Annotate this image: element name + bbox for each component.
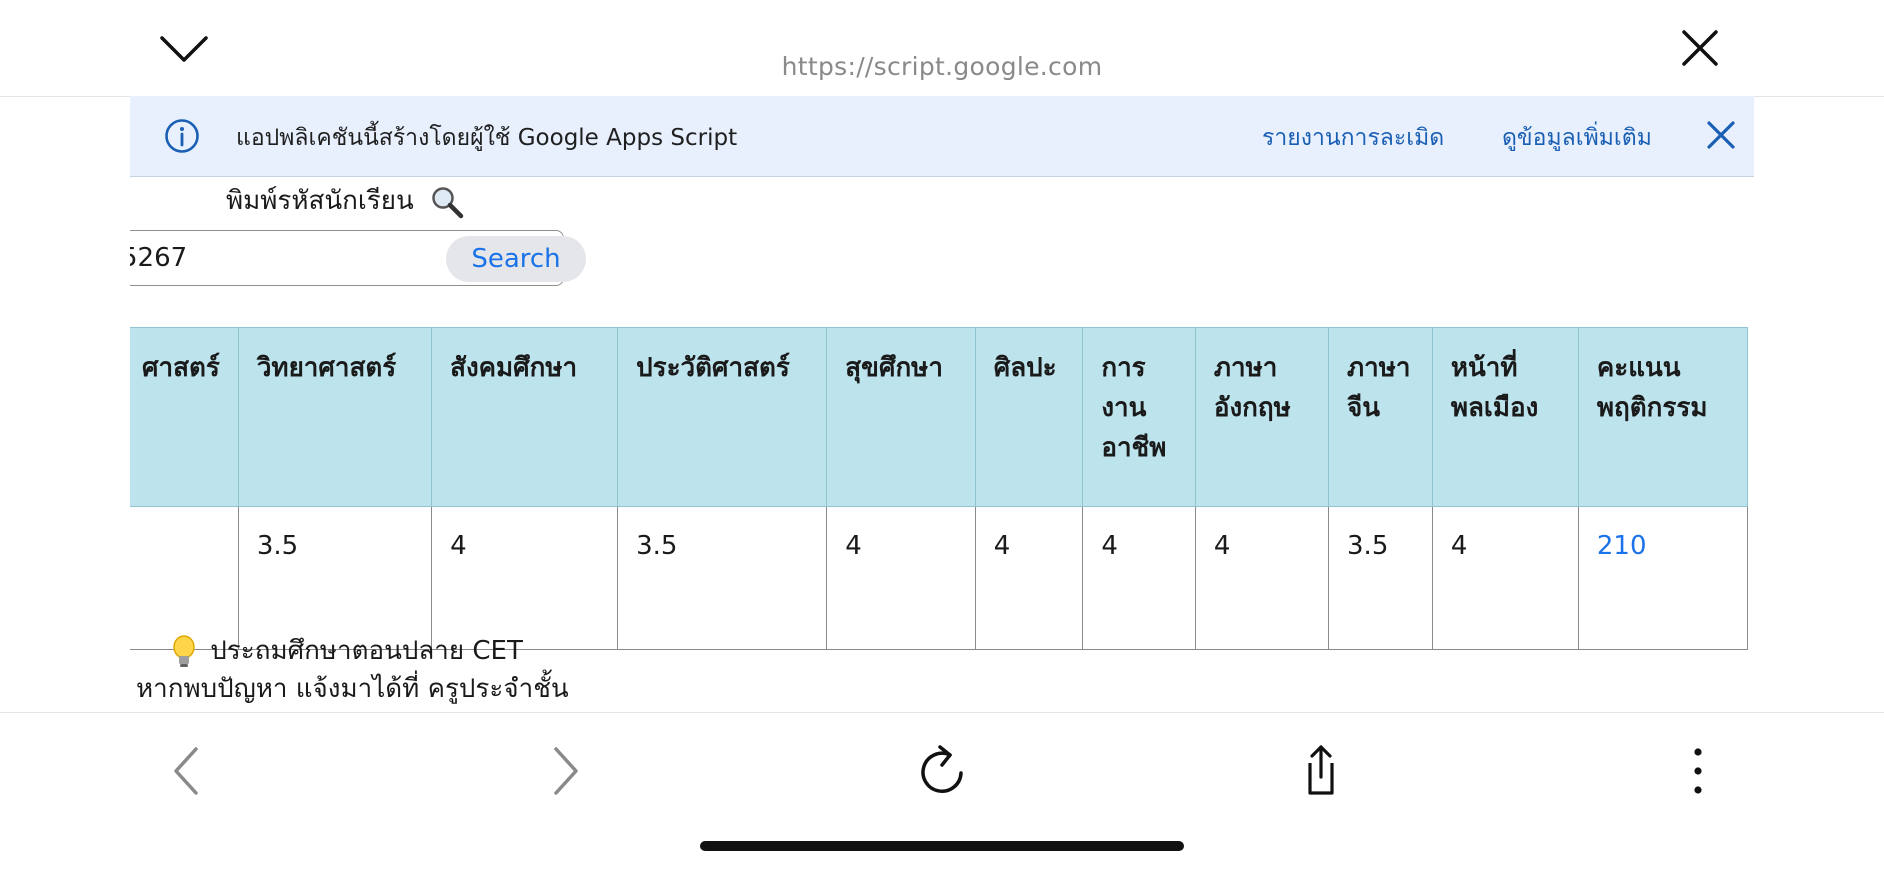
table-cell: 3.5 xyxy=(617,506,828,650)
table-cell: 4 xyxy=(974,506,1084,650)
url-bar[interactable]: https://script.google.com xyxy=(0,52,1884,81)
table-row: 3.5 4 3.5 4 4 4 4 3.5 4 210 xyxy=(130,506,1749,650)
browser-top-bar: https://script.google.com xyxy=(0,0,1884,97)
table-cell: 4 xyxy=(431,506,619,650)
info-icon xyxy=(165,119,199,153)
table-cell: 4 xyxy=(1431,506,1579,650)
header-science: วิทยาศาสตร์ xyxy=(237,327,433,507)
header-english: ภาษา อังกฤษ xyxy=(1194,327,1330,507)
banner-close-icon[interactable] xyxy=(1704,118,1738,152)
table-cell: 3.5 xyxy=(1328,506,1433,650)
banner-message: แอปพลิเคชันนี้สร้างโดยผู้ใช้ Google Apps… xyxy=(236,125,738,151)
header-health: สุขศึกษา xyxy=(826,327,976,507)
header-history: ประวัติศาสตร์ xyxy=(617,327,828,507)
chevron-right-icon[interactable] xyxy=(534,741,594,801)
learn-more-link[interactable]: ดูข้อมูลเพิ่มเติม xyxy=(1502,120,1652,156)
reload-icon[interactable] xyxy=(912,741,972,801)
report-abuse-link[interactable]: รายงานการละเมิด xyxy=(1262,120,1444,156)
footer-contact: หากพบปัญหา แจ้งมาได้ที่ ครูประจำชั้น xyxy=(136,674,569,704)
page-content: พิมพ์รหัสนักเรียน Search ศาสตร์ วิทยาศาส… xyxy=(130,176,1754,712)
close-icon[interactable] xyxy=(1680,28,1720,68)
search-prompt-label: พิมพ์รหัสนักเรียน xyxy=(226,186,414,216)
table-cell: 4 xyxy=(1082,506,1196,650)
table-cell: 3.5 xyxy=(237,506,433,650)
table-cell xyxy=(130,506,239,650)
search-prompt: พิมพ์รหัสนักเรียน xyxy=(226,180,464,221)
share-icon[interactable] xyxy=(1290,741,1350,801)
table-cell: 4 xyxy=(826,506,976,650)
search-button[interactable]: Search xyxy=(446,236,586,282)
behavior-score-link[interactable]: 210 xyxy=(1577,506,1749,650)
header-civics: หน้าที่ พลเมือง xyxy=(1431,327,1579,507)
grades-table: ศาสตร์ วิทยาศาสตร์ สังคมศึกษา ประวัติศาส… xyxy=(130,327,1749,650)
chevron-left-icon[interactable] xyxy=(158,741,218,801)
lightbulb-icon xyxy=(173,634,195,667)
header-art: ศิลปะ xyxy=(974,327,1084,507)
more-vertical-icon[interactable] xyxy=(1668,741,1728,801)
footer-line1-text: ประถมศึกษาตอนปลาย CET xyxy=(210,636,523,666)
apps-script-banner: แอปพลิเคชันนี้สร้างโดยผู้ใช้ Google Apps… xyxy=(130,96,1754,177)
table-header-row: ศาสตร์ วิทยาศาสตร์ สังคมศึกษา ประวัติศาส… xyxy=(130,327,1749,507)
footer-school-level: ประถมศึกษาตอนปลาย CET xyxy=(172,630,523,671)
header-subject-cut: ศาสตร์ xyxy=(130,327,239,507)
header-behavior-score: คะแนน พฤติกรรม xyxy=(1577,327,1749,507)
header-career: การ งาน อาชีพ xyxy=(1082,327,1196,507)
browser-bottom-bar xyxy=(0,712,1884,870)
home-indicator xyxy=(700,841,1184,851)
header-chinese: ภาษา จีน xyxy=(1328,327,1433,507)
header-social-studies: สังคมศึกษา xyxy=(431,327,619,507)
table-cell: 4 xyxy=(1194,506,1330,650)
magnifier-icon xyxy=(432,186,464,218)
